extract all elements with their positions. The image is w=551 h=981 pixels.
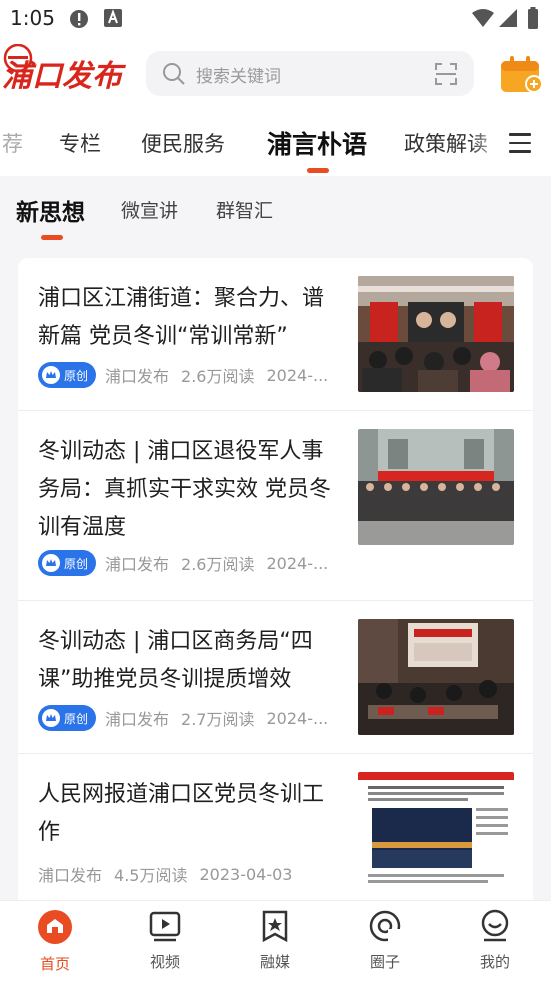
article-meta: 原创 浦口发布 2.6万阅读 2024-... [38, 550, 328, 576]
search-placeholder: 搜索关键词 [196, 67, 281, 87]
article-title[interactable]: 冬训动态 | 浦口区退役军人事务局：真抓实干求实效 党员冬训有温度 [38, 433, 336, 547]
menu-icon[interactable] [509, 133, 531, 153]
list-item[interactable]: 冬训动态 | 浦口区商务局“四课”助推党员冬训提质增效 原创 浦口发布 2.7万… [18, 601, 533, 754]
list-item[interactable]: 人民网报道浦口区党员冬训工作 浦口发布 4.5万阅读 2023-04-03 [18, 754, 533, 908]
list-item[interactable]: 冬训动态 | 浦口区退役军人事务局：真抓实干求实效 党员冬训有温度 原创 浦口发… [18, 411, 533, 601]
profile-icon [481, 909, 509, 942]
article-date: 2024-... [266, 553, 329, 573]
alert-icon [70, 10, 88, 28]
signal-icon [499, 9, 517, 27]
nav-home[interactable]: 首页 [20, 909, 90, 974]
article-thumbnail[interactable] [358, 619, 514, 735]
article-list: 浦口区江浦街道：聚合力、谱新篇 党员冬训“常训常新” 原创 浦口发布 2.6万阅… [18, 258, 533, 908]
article-date: 2024-... [266, 365, 329, 385]
tab-recommend[interactable]: 荐 [2, 128, 23, 158]
tab-puyan[interactable]: 浦言朴语 [267, 125, 367, 161]
nav-media[interactable]: 融媒 [240, 909, 310, 972]
article-source: 浦口发布 [105, 367, 170, 386]
search-bar[interactable]: 搜索关键词 [146, 51, 474, 96]
crown-icon [42, 554, 60, 572]
keyboard-a-icon [104, 9, 122, 27]
status-time: 1:05 [10, 6, 55, 30]
crown-icon [42, 366, 60, 384]
wifi-icon [472, 9, 494, 27]
active-subtab-indicator [41, 235, 63, 240]
original-badge: 原创 [38, 362, 97, 388]
nav-video[interactable]: 视频 [130, 909, 200, 972]
nav-profile[interactable]: 我的 [460, 909, 530, 972]
article-reads: 2.6万阅读 [181, 555, 255, 574]
article-thumbnail[interactable] [358, 772, 514, 888]
article-source: 浦口发布 [105, 710, 170, 729]
article-source: 浦口发布 [38, 866, 103, 885]
scan-icon[interactable] [434, 62, 458, 86]
article-reads: 2.6万阅读 [181, 367, 255, 386]
article-thumbnail[interactable] [358, 429, 514, 545]
battery-icon [528, 7, 538, 29]
original-badge: 原创 [38, 550, 97, 576]
home-icon [38, 910, 72, 944]
original-badge: 原创 [38, 705, 97, 731]
article-meta: 原创 浦口发布 2.7万阅读 2024-... [38, 705, 328, 731]
subtab-weixuanjiang[interactable]: 微宣讲 [121, 196, 178, 223]
article-reads: 2.7万阅读 [181, 710, 255, 729]
app-logo[interactable]: 浦口发布 [2, 44, 130, 92]
tab-services[interactable]: 便民服务 [141, 128, 225, 158]
logo-text: 浦口发布 [2, 59, 127, 92]
crown-icon [42, 709, 60, 727]
header: 浦口发布 搜索关键词 [0, 36, 551, 110]
search-icon [163, 63, 185, 85]
article-date: 2024-... [266, 708, 329, 728]
channel-tabs: 荐 专栏 便民服务 浦言朴语 政策解读 [0, 110, 551, 176]
article-date: 2023-04-03 [199, 864, 293, 884]
sub-tabs: 新思想 微宣讲 群智汇 [0, 176, 551, 246]
bottom-nav: 首页 视频 融媒 圈子 我的 [0, 900, 551, 981]
article-title[interactable]: 人民网报道浦口区党员冬训工作 [38, 776, 336, 852]
list-item[interactable]: 浦口区江浦街道：聚合力、谱新篇 党员冬训“常训常新” 原创 浦口发布 2.6万阅… [18, 258, 533, 411]
article-title[interactable]: 浦口区江浦街道：聚合力、谱新篇 党员冬训“常训常新” [38, 280, 336, 356]
subtab-qunzhihui[interactable]: 群智汇 [216, 196, 273, 223]
article-title[interactable]: 冬训动态 | 浦口区商务局“四课”助推党员冬训提质增效 [38, 623, 336, 699]
article-meta: 原创 浦口发布 2.6万阅读 2024-... [38, 362, 328, 388]
video-icon [149, 911, 181, 942]
article-thumbnail[interactable] [358, 276, 514, 392]
article-reads: 4.5万阅读 [114, 866, 188, 885]
article-source: 浦口发布 [105, 555, 170, 574]
calendar-icon[interactable] [500, 56, 544, 94]
circle-icon [369, 910, 401, 942]
nav-circle[interactable]: 圈子 [350, 909, 420, 972]
subtab-xinsixiang[interactable]: 新思想 [16, 193, 85, 227]
tab-column[interactable]: 专栏 [59, 128, 101, 158]
active-tab-indicator [307, 168, 329, 173]
article-meta: 浦口发布 4.5万阅读 2023-04-03 [38, 862, 292, 886]
status-bar: 1:05 [0, 0, 551, 36]
media-icon [262, 910, 288, 943]
